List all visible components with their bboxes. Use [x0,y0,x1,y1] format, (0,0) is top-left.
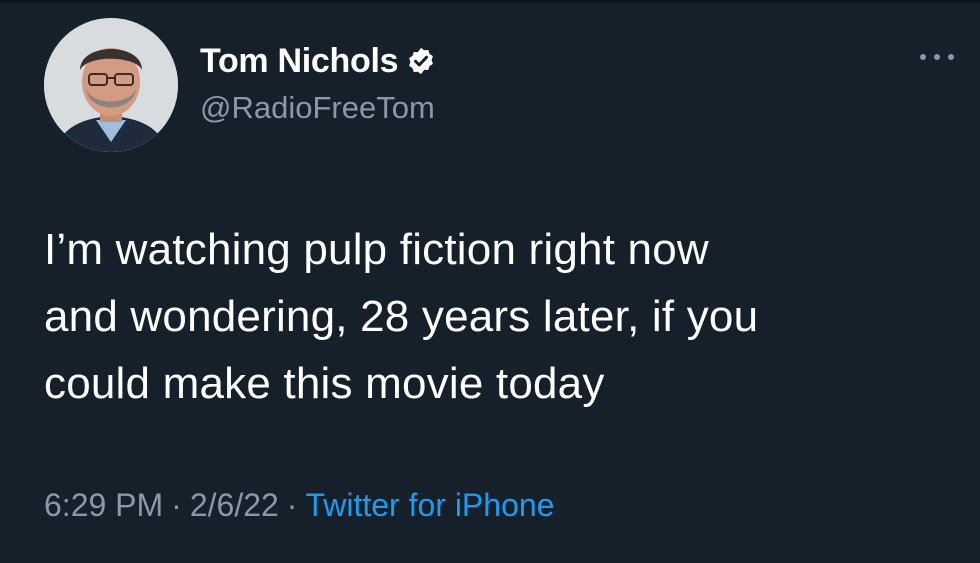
author-handle[interactable]: @RadioFreeTom [200,90,435,126]
meta-separator: · [171,487,182,523]
verified-badge-icon [406,46,436,76]
tweet-text-line: could make this movie today [44,359,605,408]
avatar[interactable] [44,18,178,152]
tweet-time[interactable]: 6:29 PM [44,487,163,523]
meta-separator: · [286,487,298,523]
more-dot [934,54,940,60]
more-options-icon[interactable] [920,50,954,64]
author-display-name[interactable]: Tom Nichols [200,42,399,81]
top-edge-divider [0,0,980,3]
tweet-date[interactable]: 2/6/22 [190,487,279,523]
tweet-text-line: I’m watching pulp fiction right now [44,225,709,274]
tweet-text-line: and wondering, 28 years later, if you [44,292,759,341]
profile-photo-icon [44,18,178,152]
tweet-text: I’m watching pulp fiction right now and … [44,216,944,417]
tweet-source-link[interactable]: Twitter for iPhone [305,487,554,523]
tweet-card: Tom Nichols @RadioFreeTom I’m watching p… [0,0,980,563]
more-dot [920,54,926,60]
more-dot [948,54,954,60]
author-name-row: Tom Nichols [200,40,436,82]
tweet-metadata: 6:29 PM · 2/6/22 · Twitter for iPhone [44,487,554,524]
